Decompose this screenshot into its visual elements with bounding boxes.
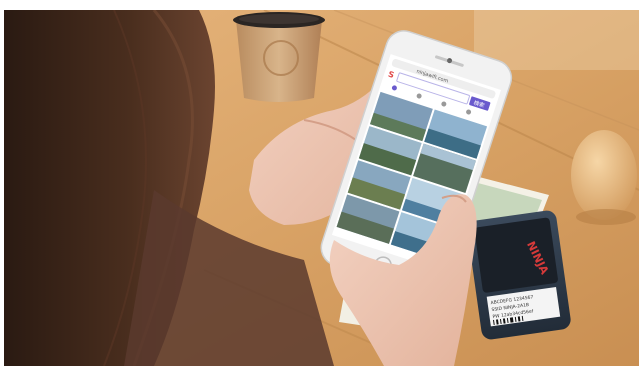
photo-illustration: NINJA ABCDEFG 1234567 SSID NINJA-2A1B PW…	[4, 10, 639, 366]
photo-scene: NINJA ABCDEFG 1234567 SSID NINJA-2A1B PW…	[4, 10, 639, 366]
pocket-wifi-router: NINJA ABCDEFG 1234567 SSID NINJA-2A1B PW…	[467, 210, 571, 340]
coffee-cup	[233, 12, 325, 102]
